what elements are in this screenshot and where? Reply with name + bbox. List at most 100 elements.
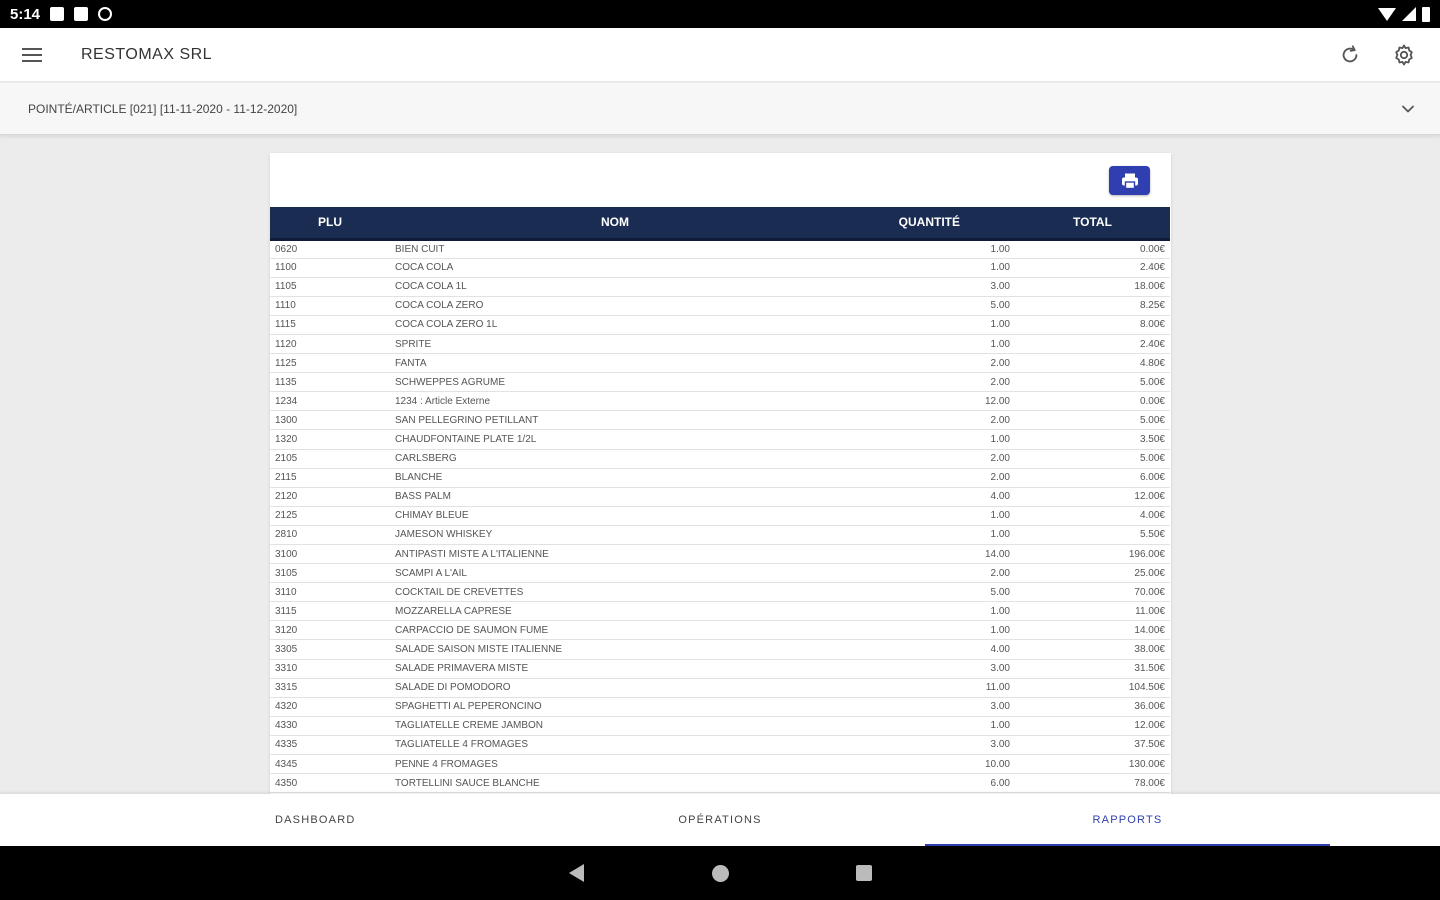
- cell-quantite: 4.00: [840, 639, 1015, 660]
- cell-nom: ANTIPASTI MISTE A L'ITALIENNE: [390, 544, 840, 565]
- cell-total: 0.00€: [1015, 391, 1170, 412]
- table-row[interactable]: 1115 COCA COLA ZERO 1L 1.00 8.00€: [270, 315, 1170, 335]
- report-filter[interactable]: POINTÉ/ARTICLE [021] [11-11-2020 - 11-12…: [0, 83, 1440, 135]
- cell-total: 78.00€: [1015, 773, 1170, 794]
- cell-nom: 1234 : Article Externe: [390, 391, 840, 412]
- cell-quantite: 2.00: [840, 410, 1015, 431]
- cell-total: 6.00€: [1015, 468, 1170, 488]
- table-row[interactable]: 1135 SCHWEPPES AGRUME 2.00 5.00€: [270, 372, 1170, 393]
- cell-plu: 3105: [270, 563, 390, 584]
- cell-plu: 1100: [270, 258, 390, 278]
- cell-quantite: 1.00: [840, 334, 1015, 355]
- cell-total: 4.00€: [1015, 506, 1170, 526]
- cell-total: 4.80€: [1015, 353, 1170, 374]
- tab-operations[interactable]: OPÉRATIONS: [630, 794, 810, 846]
- refresh-icon: [1342, 44, 1358, 62]
- refresh-button[interactable]: [1332, 37, 1368, 73]
- table-row[interactable]: 2105 CARLSBERG 2.00 5.00€: [270, 449, 1170, 469]
- header-nom[interactable]: NOM: [390, 207, 840, 241]
- cell-plu: 1120: [270, 334, 390, 355]
- table-row[interactable]: 3310 SALADE PRIMAVERA MISTE 3.00 31.50€: [270, 659, 1170, 679]
- cell-plu: 4330: [270, 716, 390, 736]
- home-button[interactable]: [708, 861, 732, 885]
- cell-plu: 1105: [270, 277, 390, 297]
- recents-button[interactable]: [852, 861, 876, 885]
- cell-plu: 3315: [270, 678, 390, 698]
- table-row[interactable]: 2810 JAMESON WHISKEY 1.00 5.50€: [270, 525, 1170, 546]
- table-row[interactable]: 4335 TAGLIATELLE 4 FROMAGES 3.00 37.50€: [270, 735, 1170, 756]
- cell-nom: BASS PALM: [390, 487, 840, 507]
- back-button[interactable]: [564, 861, 588, 885]
- cell-total: 36.00€: [1015, 697, 1170, 717]
- cell-quantite: 4.00: [840, 487, 1015, 507]
- table-row[interactable]: 0620 BIEN CUIT 1.00 0.00€: [270, 239, 1170, 259]
- table-row[interactable]: 4330 TAGLIATELLE CREME JAMBON 1.00 12.00€: [270, 716, 1170, 736]
- settings-button[interactable]: [1386, 37, 1422, 73]
- cell-quantite: 1.00: [840, 525, 1015, 546]
- cell-nom: BLANCHE: [390, 468, 840, 488]
- content-area[interactable]: PLU NOM QUANTITÉ TOTAL 0620 BIEN CUIT 1.00…: [0, 136, 1440, 794]
- print-button[interactable]: [1109, 166, 1150, 195]
- table-row[interactable]: 3105 SCAMPI A L'AIL 2.00 25.00€: [270, 563, 1170, 584]
- table-row[interactable]: 1234 1234 : Article Externe 12.00 0.00€: [270, 391, 1170, 412]
- table-row[interactable]: 3120 CARPACCIO DE SAUMON FUME 1.00 14.00€: [270, 620, 1170, 641]
- header-plu[interactable]: PLU: [270, 207, 390, 241]
- print-icon: [1121, 173, 1138, 189]
- header-quantite[interactable]: QUANTITÉ: [840, 207, 1015, 241]
- cell-quantite: 11.00: [840, 678, 1015, 698]
- table-row[interactable]: 2115 BLANCHE 2.00 6.00€: [270, 468, 1170, 488]
- cell-nom: TORTELLINI SAUCE BLANCHE: [390, 773, 840, 794]
- cell-total: 5.00€: [1015, 449, 1170, 469]
- bottom-nav: DASHBOARD OPÉRATIONS RAPPORTS: [0, 794, 1440, 846]
- cell-quantite: 1.00: [840, 716, 1015, 736]
- table-row[interactable]: 1320 CHAUDFONTAINE PLATE 1/2L 1.00 3.50€: [270, 429, 1170, 450]
- cell-nom: SPRITE: [390, 334, 840, 355]
- menu-icon[interactable]: [0, 28, 64, 82]
- cell-quantite: 2.00: [840, 468, 1015, 488]
- cell-plu: 1320: [270, 429, 390, 450]
- table-row[interactable]: 4345 PENNE 4 FROMAGES 10.00 130.00€: [270, 754, 1170, 775]
- cell-plu: 4345: [270, 754, 390, 775]
- cell-total: 37.50€: [1015, 735, 1170, 756]
- cell-nom: SALADE PRIMAVERA MISTE: [390, 659, 840, 679]
- table-row[interactable]: 4320 SPAGHETTI AL PEPERONCINO 3.00 36.00€: [270, 697, 1170, 717]
- table-row[interactable]: 3110 COCKTAIL DE CREVETTES 5.00 70.00€: [270, 582, 1170, 603]
- table-row[interactable]: 2125 CHIMAY BLEUE 1.00 4.00€: [270, 506, 1170, 526]
- table-row[interactable]: 3100 ANTIPASTI MISTE A L'ITALIENNE 14.00 19…: [270, 544, 1170, 565]
- table-row[interactable]: 1100 COCA COLA 1.00 2.40€: [270, 258, 1170, 278]
- table-row[interactable]: 1110 COCA COLA ZERO 5.00 8.25€: [270, 296, 1170, 316]
- table-row[interactable]: 3315 SALADE DI POMODORO 11.00 104.50€: [270, 678, 1170, 698]
- table-row[interactable]: 4350 TORTELLINI SAUCE BLANCHE 6.00 78.00€: [270, 773, 1170, 794]
- cell-total: 25.00€: [1015, 563, 1170, 584]
- chevron-down-icon[interactable]: [1396, 97, 1420, 121]
- cell-quantite: 1.00: [840, 315, 1015, 335]
- back-icon: [568, 864, 584, 882]
- recents-icon: [856, 865, 872, 881]
- cell-total: 5.50€: [1015, 525, 1170, 546]
- cell-nom: CARLSBERG: [390, 449, 840, 469]
- table-row[interactable]: 3115 MOZZARELLA CAPRESE 1.00 11.00€: [270, 601, 1170, 622]
- cell-nom: COCA COLA ZERO: [390, 296, 840, 316]
- table-row[interactable]: 1125 FANTA 2.00 4.80€: [270, 353, 1170, 374]
- table-row[interactable]: 1300 SAN PELLEGRINO PETILLANT 2.00 5.00€: [270, 410, 1170, 431]
- cell-quantite: 3.00: [840, 277, 1015, 297]
- cell-total: 3.50€: [1015, 429, 1170, 450]
- gear-icon: [1395, 44, 1413, 65]
- cell-nom: PENNE 4 FROMAGES: [390, 754, 840, 775]
- cell-quantite: 1.00: [840, 258, 1015, 278]
- table-row[interactable]: 1105 COCA COLA 1L 3.00 18.00€: [270, 277, 1170, 297]
- table-row[interactable]: 3305 SALADE SAISON MISTE ITALIENNE 4.00 38.…: [270, 639, 1170, 660]
- header-total[interactable]: TOTAL: [1015, 207, 1170, 241]
- tab-dashboard[interactable]: DASHBOARD: [0, 794, 630, 846]
- cell-plu: 3120: [270, 620, 390, 641]
- tab-rapports[interactable]: RAPPORTS: [925, 794, 1330, 846]
- cell-nom: FANTA: [390, 353, 840, 374]
- cell-quantite: 1.00: [840, 506, 1015, 526]
- cell-quantite: 12.00: [840, 391, 1015, 412]
- table-row[interactable]: 1120 SPRITE 1.00 2.40€: [270, 334, 1170, 355]
- cell-quantite: 3.00: [840, 735, 1015, 756]
- cell-plu: 2125: [270, 506, 390, 526]
- cell-total: 12.00€: [1015, 487, 1170, 507]
- cell-quantite: 2.00: [840, 353, 1015, 374]
- table-row[interactable]: 2120 BASS PALM 4.00 12.00€: [270, 487, 1170, 507]
